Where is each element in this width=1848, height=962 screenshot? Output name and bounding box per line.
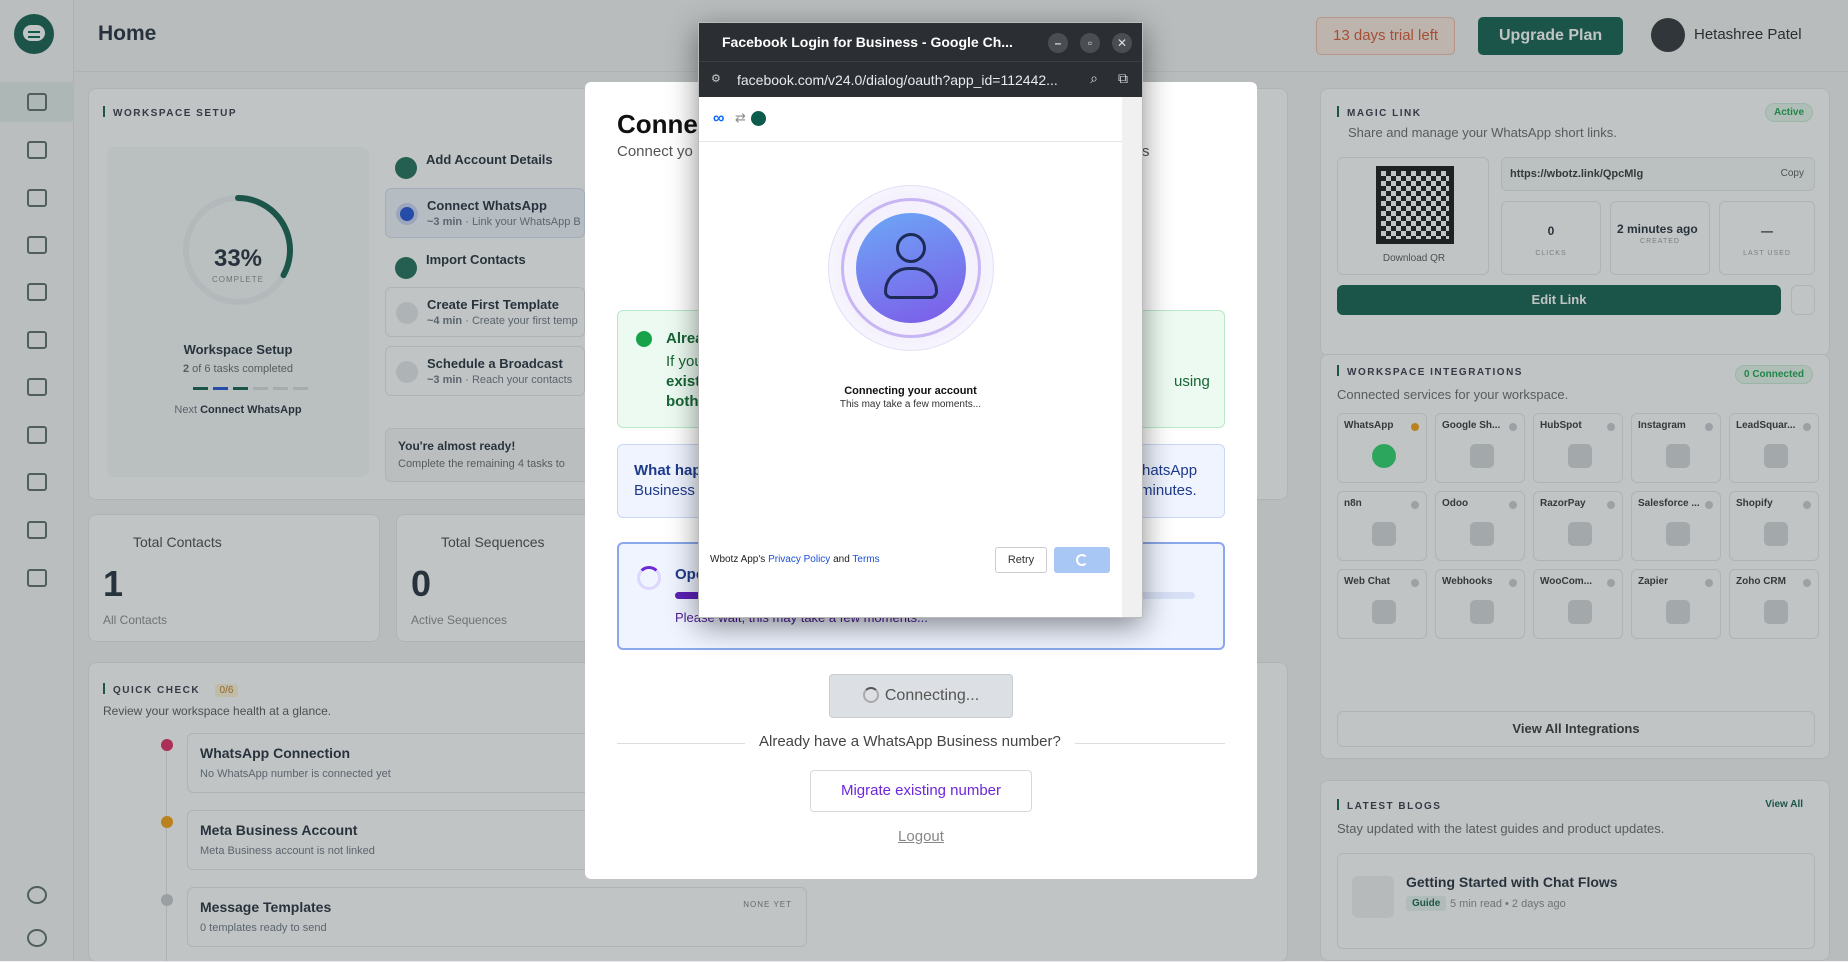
what-happens-title: What hap — [634, 462, 702, 479]
check-icon — [636, 331, 652, 347]
what-happens-text-end: minutes. — [1140, 482, 1197, 499]
maximize-icon[interactable]: ▫ — [1080, 33, 1100, 53]
zoom-icon[interactable]: ⌕ — [1090, 70, 1098, 87]
close-icon[interactable]: ✕ — [1112, 33, 1132, 53]
connecting-button[interactable]: Connecting... — [829, 674, 1013, 718]
already-line: exist — [666, 373, 701, 390]
meta-logo-icon: ∞ — [713, 110, 725, 127]
popup-window-title: Facebook Login for Business - Google Ch.… — [722, 34, 1013, 50]
retry-button[interactable]: Retry — [995, 547, 1047, 573]
terms-link[interactable]: Terms — [852, 554, 879, 565]
what-happens-text: Business — [634, 482, 695, 499]
connecting-title: Connecting your account — [844, 385, 977, 397]
connecting-sub: This may take a few moments... — [839, 399, 982, 410]
avatar-halo — [828, 185, 994, 351]
popup-brand-bar: ∞ ⇄ — [699, 97, 1122, 142]
footer-and: and — [833, 554, 850, 565]
divider-label: Already have a WhatsApp Business number? — [745, 733, 1075, 750]
spinner-icon — [637, 566, 661, 590]
popup-url[interactable]: facebook.com/v24.0/dialog/oauth?app_id=1… — [737, 72, 1058, 88]
popup-address-bar: ⚙ facebook.com/v24.0/dialog/oauth?app_id… — [699, 61, 1142, 97]
modal-subtitle-end: s — [1142, 143, 1150, 160]
already-line-end: using — [1174, 373, 1210, 390]
footer-prefix: Wbotz App's — [710, 554, 766, 565]
already-line: both — [666, 393, 699, 410]
logout-link[interactable]: Logout — [585, 828, 1257, 845]
privacy-policy-link[interactable]: Privacy Policy — [768, 554, 830, 565]
sync-icon: ⇄ — [735, 110, 746, 125]
spinner-icon — [862, 687, 879, 703]
spinner-icon — [1076, 554, 1088, 566]
popup-scrollbar[interactable] — [1122, 97, 1142, 617]
modal-title: Conne — [617, 109, 698, 139]
popup-titlebar: Facebook Login for Business - Google Ch.… — [699, 23, 1142, 61]
facebook-login-popup: Facebook Login for Business - Google Ch.… — [698, 22, 1143, 618]
connecting-label: Connecting... — [884, 687, 980, 704]
policy-footer: Wbotz App's Privacy Policy and Terms — [710, 554, 880, 565]
site-info-icon[interactable]: ⚙ — [711, 72, 725, 86]
migrate-number-button[interactable]: Migrate existing number — [810, 770, 1032, 812]
modal-subtitle: Connect yo — [617, 143, 693, 160]
user-placeholder-icon — [856, 213, 966, 323]
what-happens-text-end: hatsApp — [1142, 462, 1198, 479]
minimize-icon[interactable]: – — [1048, 33, 1068, 53]
open-in-window-icon[interactable]: ⧉ — [1118, 70, 1128, 87]
continue-button[interactable] — [1054, 547, 1110, 573]
app-logo-icon — [751, 111, 766, 126]
